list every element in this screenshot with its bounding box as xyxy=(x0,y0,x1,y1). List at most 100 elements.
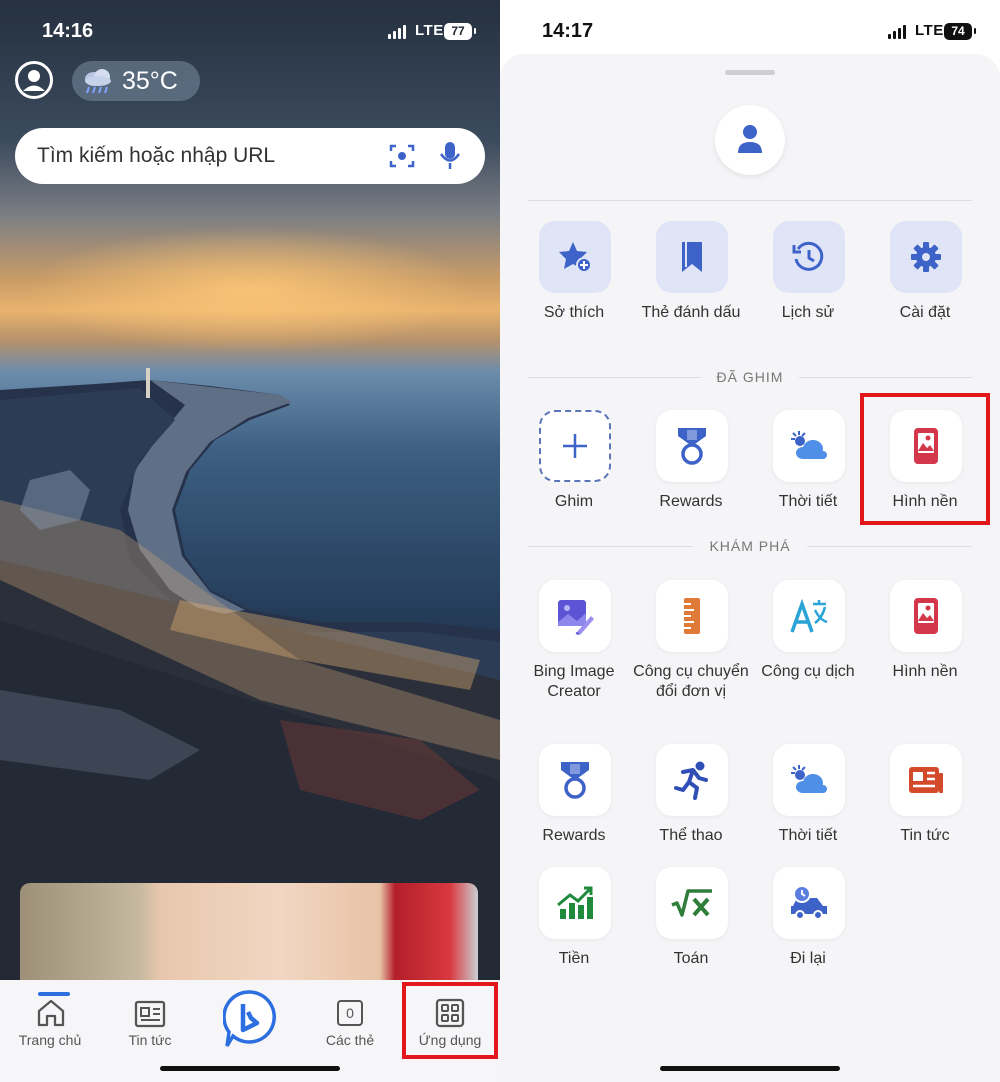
tile-label: Công cụ dịch xyxy=(761,663,855,680)
plus-icon xyxy=(563,434,587,458)
tile-label: Rewards xyxy=(542,827,606,844)
tile-sports[interactable]: Thể thao xyxy=(641,744,741,874)
tile-label: Rewards xyxy=(659,493,723,510)
nav-home[interactable]: Trang chủ xyxy=(5,992,95,1062)
tile-icon-bg xyxy=(773,410,845,482)
tile-icon-bg xyxy=(539,580,611,652)
bookmark-icon xyxy=(682,242,702,272)
user-icon xyxy=(738,125,762,153)
tile-icon-bg xyxy=(656,744,728,816)
search-input[interactable]: Tìm kiếm hoặc nhập URL xyxy=(37,144,275,168)
weather-chip[interactable]: 35°C xyxy=(72,61,200,101)
tile-wallpaper[interactable]: Hình nền xyxy=(875,580,975,710)
tile-weather[interactable]: Thời tiết xyxy=(758,744,858,874)
medal-icon xyxy=(678,428,706,465)
tile-icon-bg xyxy=(539,744,611,816)
tile-math[interactable]: Toán xyxy=(641,867,741,997)
tile-news[interactable]: Tin tức xyxy=(875,744,975,874)
tile-label: Toán xyxy=(673,950,709,967)
star-plus-icon xyxy=(559,242,592,273)
search-bar[interactable]: Tìm kiếm hoặc nhập URL xyxy=(15,128,485,184)
bing-logo-icon xyxy=(223,990,276,1047)
wallpaper-icon xyxy=(914,598,938,634)
signal-icon xyxy=(388,25,412,39)
weather-icon xyxy=(791,765,827,793)
tile-icon-bg xyxy=(656,410,728,482)
status-bar: 14:16 LTE 77 xyxy=(0,0,500,64)
tile-label: Tin tức xyxy=(900,827,950,844)
home-icon xyxy=(37,999,65,1027)
tile-bookmarks[interactable]: Thẻ đánh dấu xyxy=(641,221,741,351)
network-label: LTE xyxy=(415,22,444,39)
tile-bing-image-creator[interactable]: Bing Image Creator xyxy=(524,580,624,710)
tile-icon-bg xyxy=(773,867,845,939)
tile-history[interactable]: Lịch sử xyxy=(758,221,858,351)
visual-search-icon[interactable] xyxy=(389,143,415,169)
rain-cloud-icon xyxy=(85,69,111,94)
nav-tabs-label: Các thẻ xyxy=(325,1032,375,1048)
tile-weather-pinned[interactable]: Thời tiết xyxy=(758,410,858,540)
nav-news[interactable]: Tin tức xyxy=(105,992,195,1062)
tile-travel[interactable]: Đi lại xyxy=(758,867,858,997)
tile-label: Công cụ chuyển đổi đơn vị xyxy=(633,663,749,700)
tile-label: Lịch sử xyxy=(781,304,835,321)
tile-favorites[interactable]: Sở thích xyxy=(524,221,624,351)
highlight-box-wallpaper xyxy=(860,393,990,525)
user-icon xyxy=(23,70,45,91)
tile-icon-bg xyxy=(890,580,962,652)
travel-car-icon xyxy=(791,885,827,920)
ruler-icon xyxy=(684,598,700,634)
tabs-count-icon: 0 xyxy=(337,1000,363,1026)
image-creator-icon xyxy=(558,600,594,635)
tile-icon-bg xyxy=(773,580,845,652)
medal-icon xyxy=(561,762,589,799)
status-time: 14:16 xyxy=(42,20,94,42)
tile-label: Bing Image Creator xyxy=(533,663,615,700)
section-title-explore: KHÁM PHÁ xyxy=(500,538,1000,554)
profile-button[interactable] xyxy=(715,105,785,175)
sheet-grabber[interactable] xyxy=(725,70,775,75)
home-screen: 14:16 LTE 77 35°C Tìm kiếm hoặc nhập URL xyxy=(0,0,500,1082)
microphone-icon[interactable] xyxy=(439,141,461,171)
history-icon xyxy=(792,241,824,271)
tile-unit-converter[interactable]: Công cụ chuyển đổi đơn vị xyxy=(633,580,749,710)
tile-label: Hình nền xyxy=(892,663,958,680)
news-card-image[interactable] xyxy=(20,883,478,993)
status-time: 14:17 xyxy=(542,20,594,42)
signal-icon xyxy=(888,25,912,39)
tile-icon-bg xyxy=(656,867,728,939)
tile-pin[interactable]: Ghim xyxy=(524,410,624,540)
tile-label: Thời tiết xyxy=(778,493,838,510)
nav-bing-button[interactable] xyxy=(205,990,295,1060)
tile-icon-bg xyxy=(890,744,962,816)
tile-rewards-pinned[interactable]: Rewards xyxy=(641,410,741,540)
tile-rewards[interactable]: Rewards xyxy=(524,744,624,874)
tile-settings[interactable]: Cài đặt xyxy=(875,221,975,351)
tile-translator[interactable]: Công cụ dịch xyxy=(758,580,858,710)
tile-icon-bg xyxy=(539,410,611,482)
profile-avatar-button[interactable] xyxy=(15,61,53,99)
gear-icon xyxy=(911,242,941,272)
nav-news-label: Tin tức xyxy=(128,1032,172,1048)
money-chart-icon xyxy=(557,886,593,919)
active-tab-indicator xyxy=(38,992,70,996)
home-indicator xyxy=(160,1066,340,1071)
tile-icon-bg xyxy=(539,221,611,293)
battery-icon: 77 xyxy=(444,23,476,40)
highlight-box-apps xyxy=(402,982,498,1059)
weather-temperature: 35°C xyxy=(122,67,178,95)
network-label: LTE xyxy=(915,22,944,39)
tile-label: Tiền xyxy=(558,950,590,967)
tile-icon-bg xyxy=(656,580,728,652)
tile-label: Thời tiết xyxy=(778,827,838,844)
battery-icon: 74 xyxy=(944,23,976,40)
divider xyxy=(528,200,972,201)
tile-money[interactable]: Tiền xyxy=(524,867,624,997)
tile-label: Cài đặt xyxy=(899,304,951,321)
tile-label: Thể thao xyxy=(659,827,723,844)
home-indicator xyxy=(660,1066,840,1071)
apps-sheet: Sở thích Thẻ đánh dấu Lịch sử Cài đặt ĐÃ… xyxy=(500,54,1000,1082)
tile-label: Sở thích xyxy=(543,304,605,321)
tile-label: Ghim xyxy=(554,493,594,510)
nav-tabs[interactable]: 0 Các thẻ xyxy=(305,992,395,1062)
